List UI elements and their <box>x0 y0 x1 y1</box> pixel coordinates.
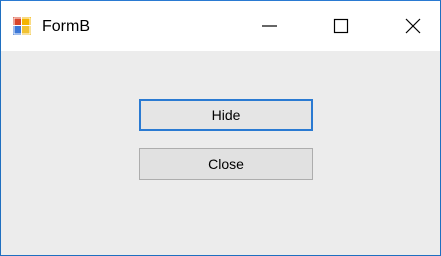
title-bar[interactable]: FormB <box>1 1 440 51</box>
close-window-button[interactable] <box>389 1 437 51</box>
close-icon <box>405 18 421 34</box>
windows-form-icon <box>13 17 31 35</box>
hide-button[interactable]: Hide <box>139 99 313 131</box>
minimize-button[interactable] <box>245 1 293 51</box>
minimize-icon <box>262 25 277 27</box>
form-client-area: Hide Close <box>1 51 440 255</box>
maximize-icon <box>333 18 349 34</box>
close-button[interactable]: Close <box>139 148 313 180</box>
maximize-button[interactable] <box>317 1 365 51</box>
formb-window: FormB Hide Close <box>0 0 441 256</box>
window-title: FormB <box>42 18 90 35</box>
